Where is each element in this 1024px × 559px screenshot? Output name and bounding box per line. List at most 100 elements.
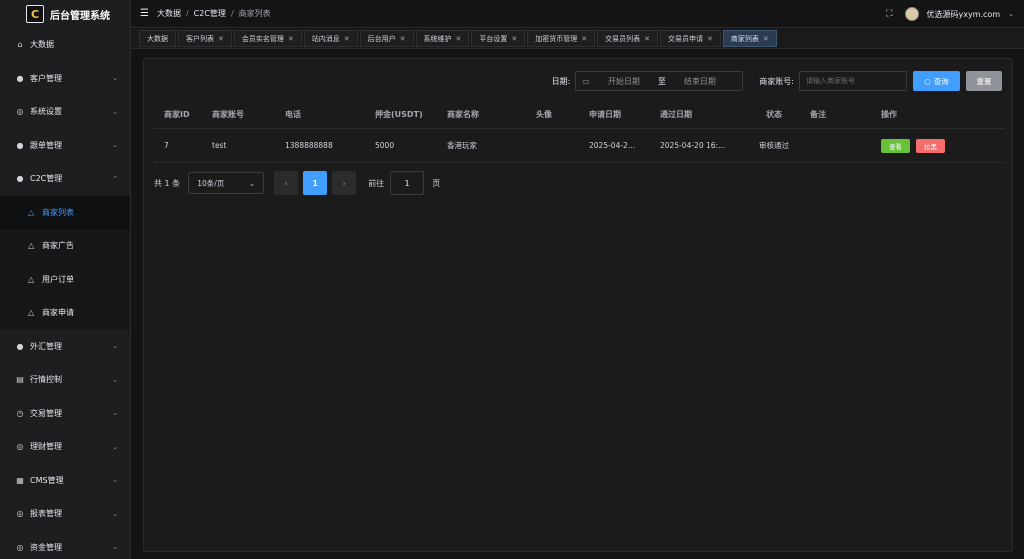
sidebar-item-label: 商家广告 bbox=[42, 241, 74, 251]
sidebar-item-label: 商家申请 bbox=[42, 308, 74, 318]
market-control-icon: ▤ bbox=[16, 375, 24, 385]
sidebar-item-c2c[interactable]: ● C2C管理 ⌃ bbox=[0, 162, 130, 196]
sidebar-item-funds[interactable]: ◎ 资金管理 ⌄ bbox=[0, 531, 130, 559]
reset-button[interactable]: 重置 bbox=[966, 71, 1002, 91]
document-icon: △ bbox=[28, 207, 35, 217]
logo-area[interactable]: C 后台管理系统 bbox=[0, 0, 130, 28]
hamburger-icon[interactable]: ☰ bbox=[140, 8, 149, 19]
customer-icon: ● bbox=[16, 73, 24, 83]
close-icon[interactable]: ✕ bbox=[218, 35, 224, 43]
breadcrumb-item-bigdata[interactable]: 大数据 bbox=[157, 8, 181, 19]
chevron-icon: ⌄ bbox=[112, 375, 118, 384]
chevron-icon: ⌄ bbox=[112, 442, 118, 451]
sidebar-item-copy-trade[interactable]: ● 跟单管理 ⌄ bbox=[0, 129, 130, 163]
chevron-icon: ⌄ bbox=[112, 107, 118, 116]
fullscreen-icon[interactable]: ⛶ bbox=[886, 9, 892, 19]
tab-label: 加密货币管理 bbox=[535, 34, 578, 43]
cell-apply-date: 2025-04-2... bbox=[589, 141, 635, 150]
sidebar: C 后台管理系统 ⌂ 大数据 ● 客户管理 ⌄ ◎ 系统设置 ⌄ ● 跟单管理 ⌄ ● C2C管理 ⌃ △ 商… bbox=[0, 0, 131, 559]
sidebar-item-finance[interactable]: ◎ 理财管理 ⌄ bbox=[0, 430, 130, 464]
cell-approve-date: 2025-04-20 16:... bbox=[660, 141, 726, 150]
chevron-icon: ⌄ bbox=[112, 509, 118, 518]
sidebar-subitem-user-orders[interactable]: △ 用户订单 bbox=[0, 262, 130, 296]
tab-10[interactable]: 商家列表 ✕ bbox=[722, 30, 777, 47]
query-button[interactable]: ○ 查询 bbox=[913, 71, 960, 91]
tab-label: 交易员申请 bbox=[668, 34, 703, 43]
cell-actions: 查看 拉黑 bbox=[871, 138, 1004, 153]
prev-page-button[interactable]: ‹ bbox=[274, 171, 299, 195]
tab-label: 后台用户 bbox=[367, 34, 396, 43]
blacklist-button[interactable]: 拉黑 bbox=[916, 138, 945, 153]
total-count: 共 1 条 bbox=[154, 178, 181, 188]
sidebar-subitem-merchant-ads[interactable]: △ 商家广告 bbox=[0, 229, 130, 263]
date-range-picker[interactable]: ▭ 开始日期 至 结束日期 bbox=[575, 71, 744, 91]
close-icon[interactable]: ✕ bbox=[707, 35, 713, 43]
finance-icon: ◎ bbox=[16, 442, 24, 452]
sidebar-item-label: 理财管理 bbox=[30, 442, 62, 452]
close-icon[interactable]: ✕ bbox=[511, 35, 517, 43]
document-icon: △ bbox=[28, 241, 35, 251]
close-icon[interactable]: ✕ bbox=[456, 35, 462, 43]
account-label: 商家账号: bbox=[759, 76, 794, 86]
sidebar-item-cms[interactable]: ▦ CMS管理 ⌄ bbox=[0, 464, 130, 498]
sidebar-item-label: 交易管理 bbox=[30, 408, 62, 418]
tab-label: 平台设置 bbox=[479, 34, 508, 43]
tab-4[interactable]: 后台用户 ✕ bbox=[359, 30, 414, 47]
tab-7[interactable]: 加密货币管理 ✕ bbox=[527, 30, 596, 47]
tab-5[interactable]: 系统维护 ✕ bbox=[415, 30, 470, 47]
sidebar-item-forex[interactable]: ● 外汇管理 ⌄ bbox=[0, 330, 130, 364]
breadcrumb: 大数据 / C2C管理 / 商家列表 bbox=[157, 8, 271, 19]
username[interactable]: 优选源码yxym.com bbox=[927, 9, 1001, 20]
close-icon[interactable]: ✕ bbox=[400, 35, 406, 43]
view-button[interactable]: 查看 bbox=[881, 138, 910, 153]
document-icon: △ bbox=[28, 308, 35, 318]
sidebar-item-label: 资金管理 bbox=[30, 542, 62, 552]
page-size-select[interactable]: 10条/页 ⌄ bbox=[188, 172, 265, 194]
sidebar-menu: ⌂ 大数据 ● 客户管理 ⌄ ◎ 系统设置 ⌄ ● 跟单管理 ⌄ ● C2C管理 ⌃ △ 商家列表 △ 商家广告 △… bbox=[0, 28, 130, 559]
sidebar-item-trade[interactable]: ◷ 交易管理 ⌄ bbox=[0, 397, 130, 431]
page-number-current[interactable]: 1 bbox=[303, 171, 328, 195]
sidebar-subitem-merchant-apply[interactable]: △ 商家申请 bbox=[0, 296, 130, 330]
close-icon[interactable]: ✕ bbox=[763, 35, 769, 43]
cell-deposit: 5000 bbox=[375, 141, 395, 150]
sidebar-item-settings[interactable]: ◎ 系统设置 ⌄ bbox=[0, 95, 130, 129]
merchant-account-input[interactable] bbox=[799, 71, 907, 91]
header-right: ⛶ 优选源码yxym.com ⌄ bbox=[886, 0, 1014, 28]
close-icon[interactable]: ✕ bbox=[644, 35, 650, 43]
tab-0[interactable]: 大数据 bbox=[139, 30, 176, 47]
sidebar-item-market-control[interactable]: ▤ 行情控制 ⌄ bbox=[0, 363, 130, 397]
column-header: 商家账号 bbox=[212, 110, 244, 119]
goto-page-input[interactable] bbox=[390, 171, 425, 195]
close-icon[interactable]: ✕ bbox=[344, 35, 350, 43]
tab-2[interactable]: 会员实名管理 ✕ bbox=[233, 30, 302, 47]
sidebar-item-customer[interactable]: ● 客户管理 ⌄ bbox=[0, 62, 130, 96]
next-page-button[interactable]: › bbox=[332, 171, 357, 195]
app-root: C 后台管理系统 ⌂ 大数据 ● 客户管理 ⌄ ◎ 系统设置 ⌄ ● 跟单管理 ⌄ ● C2C管理 ⌃ △ 商… bbox=[0, 0, 1024, 559]
search-form: 日期: ▭ 开始日期 至 结束日期 商家账号: ○ 查询 重置 bbox=[552, 71, 1002, 91]
chevron-icon: ⌃ bbox=[112, 174, 118, 183]
sidebar-item-bigdata[interactable]: ⌂ 大数据 bbox=[0, 28, 130, 62]
sidebar-item-report[interactable]: ◎ 报表管理 ⌄ bbox=[0, 497, 130, 531]
cms-icon: ▦ bbox=[16, 475, 24, 485]
tab-8[interactable]: 交易员列表 ✕ bbox=[597, 30, 658, 47]
sidebar-item-label: 客户管理 bbox=[30, 73, 62, 83]
sidebar-subitem-merchant-list[interactable]: △ 商家列表 bbox=[0, 195, 130, 229]
tab-9[interactable]: 交易员申请 ✕ bbox=[660, 30, 721, 47]
close-icon[interactable]: ✕ bbox=[288, 35, 294, 43]
trade-icon: ◷ bbox=[16, 408, 24, 418]
end-date-placeholder[interactable]: 结束日期 bbox=[674, 76, 726, 87]
chevron-down-icon[interactable]: ⌄ bbox=[1008, 10, 1014, 18]
breadcrumb-item-c2c[interactable]: C2C管理 bbox=[194, 8, 226, 19]
close-icon[interactable]: ✕ bbox=[581, 35, 587, 43]
main-card: 日期: ▭ 开始日期 至 结束日期 商家账号: ○ 查询 重置 商家ID 商家账号… bbox=[143, 58, 1013, 552]
tab-label: 交易员列表 bbox=[605, 34, 641, 43]
column-header: 备注 bbox=[810, 110, 826, 119]
goto-label: 前往 bbox=[368, 178, 385, 188]
avatar[interactable] bbox=[904, 7, 919, 21]
tab-1[interactable]: 客户列表 ✕ bbox=[178, 30, 232, 47]
sidebar-item-label: 用户订单 bbox=[42, 274, 74, 284]
start-date-placeholder[interactable]: 开始日期 bbox=[598, 76, 650, 87]
tab-3[interactable]: 站内消息 ✕ bbox=[303, 30, 358, 47]
tab-6[interactable]: 平台设置 ✕ bbox=[471, 30, 526, 47]
query-button-label: 查询 bbox=[933, 76, 949, 86]
